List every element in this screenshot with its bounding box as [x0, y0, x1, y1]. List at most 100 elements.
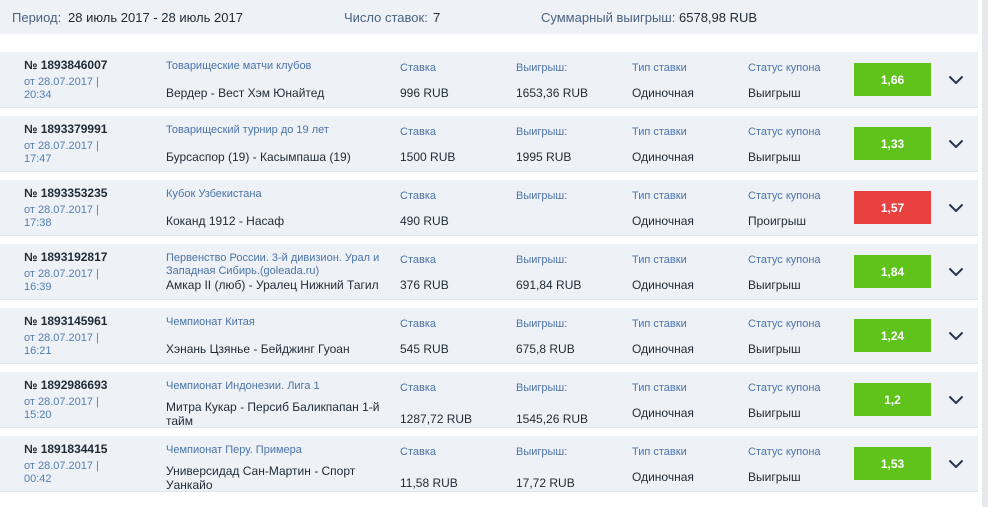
coupon-number: № 1893379991: [24, 122, 108, 136]
coupon-time: 17:47: [24, 153, 52, 165]
championship-name: Товарищеский турнир до 19 лет: [166, 124, 329, 136]
scrollbar[interactable]: [982, 0, 988, 507]
coupon-status-value: Выигрыш: [748, 342, 801, 356]
coupon-time: 15:20: [24, 409, 52, 421]
win-value: 691,84 RUB: [516, 278, 582, 292]
match-name: Митра Кукар - Персиб Баликпапан 1-й тайм: [166, 400, 380, 428]
odds-badge: 1,33: [854, 127, 931, 160]
coupon-row[interactable]: № 1893145961 от 28.07.2017 | 16:21 Чемпио…: [0, 308, 978, 364]
bet-count-value: 7: [433, 10, 441, 25]
total-win-value: 6578,98 RUB: [679, 10, 758, 25]
coupon-row[interactable]: № 1892986693 от 28.07.2017 | 15:20 Чемпио…: [0, 372, 978, 428]
win-label: Выигрыш:: [516, 62, 568, 74]
win-value: 1653,36 RUB: [516, 86, 589, 100]
bet-type-label: Тип ставки: [632, 254, 687, 266]
coupon-datetime: от 28.07.2017 | 00:42: [24, 460, 124, 486]
period-value: 28 июль 2017 - 28 июль 2017: [68, 10, 243, 25]
coupon-row[interactable]: № 1893353235 от 28.07.2017 | 17:38 Кубок …: [0, 180, 978, 236]
coupon-date: от 28.07.2017 |: [24, 460, 99, 472]
coupon-datetime: от 28.07.2017 | 17:38: [24, 204, 124, 230]
bet-type-value: Одиночная: [632, 214, 694, 228]
chevron-down-icon[interactable]: [948, 200, 964, 216]
coupon-date: от 28.07.2017 |: [24, 332, 99, 344]
win-label: Выигрыш:: [516, 446, 568, 458]
coupon-row[interactable]: № 1893846007 от 28.07.2017 | 20:34 Товари…: [0, 52, 978, 108]
win-value: 1995 RUB: [516, 150, 572, 164]
win-label: Выигрыш:: [516, 254, 568, 266]
bet-type-label: Тип ставки: [632, 126, 687, 138]
coupon-time: 17:38: [24, 217, 52, 229]
odds-badge: 1,2: [854, 383, 931, 416]
championship-name: Чемпионат Индонезии. Лига 1: [166, 380, 320, 392]
stake-value: 11,58 RUB: [400, 476, 458, 490]
stake-label: Ставка: [400, 190, 436, 202]
coupon-number: № 1893846007: [24, 58, 108, 72]
coupon-time: 00:42: [24, 473, 52, 485]
stake-label: Ставка: [400, 446, 436, 458]
bet-type-value: Одиночная: [632, 150, 694, 164]
championship-name: Товарищеские матчи клубов: [166, 60, 312, 72]
bet-type-value: Одиночная: [632, 86, 694, 100]
coupon-status-label: Статус купона: [748, 446, 821, 458]
coupon-status-label: Статус купона: [748, 318, 821, 330]
bet-type-label: Тип ставки: [632, 382, 687, 394]
period-label: Период:: [12, 10, 62, 25]
coupon-datetime: от 28.07.2017 | 15:20: [24, 396, 124, 422]
chevron-down-icon[interactable]: [948, 456, 964, 472]
coupon-number: № 1893145961: [24, 314, 108, 328]
chevron-down-icon[interactable]: [948, 328, 964, 344]
coupon-row[interactable]: № 1891834415 от 28.07.2017 | 00:42 Чемпио…: [0, 436, 978, 492]
coupon-datetime: от 28.07.2017 | 20:34: [24, 76, 124, 102]
chevron-down-icon[interactable]: [948, 136, 964, 152]
match-name: Вердер - Вест Хэм Юнайтед: [166, 86, 325, 100]
bet-type-label: Тип ставки: [632, 62, 687, 74]
bet-type-label: Тип ставки: [632, 318, 687, 330]
coupon-status-label: Статус купона: [748, 62, 821, 74]
scrollbar-thumb[interactable]: [982, 0, 988, 507]
coupon-datetime: от 28.07.2017 | 16:21: [24, 332, 124, 358]
odds-badge: 1,53: [854, 447, 931, 480]
chevron-down-icon[interactable]: [948, 72, 964, 88]
coupon-date: от 28.07.2017 |: [24, 204, 99, 216]
bet-type-label: Тип ставки: [632, 446, 687, 458]
coupon-row[interactable]: № 1893379991 от 28.07.2017 | 17:47 Товари…: [0, 116, 978, 172]
coupon-status-value: Выигрыш: [748, 406, 801, 420]
championship-name: Первенство России. 3-й дивизион. Урал и …: [166, 252, 380, 277]
bets-summary-bar: Период: 28 июль 2017 - 28 июль 2017 Числ…: [0, 0, 978, 34]
coupon-status-label: Статус купона: [748, 254, 821, 266]
stake-value: 996 RUB: [400, 86, 449, 100]
coupon-date: от 28.07.2017 |: [24, 76, 99, 88]
match-name: Амкар II (люб) - Уралец Нижний Тагил: [166, 278, 379, 292]
win-label: Выигрыш:: [516, 318, 568, 330]
odds-badge: 1,66: [854, 63, 931, 96]
coupon-status-label: Статус купона: [748, 190, 821, 202]
coupon-status-value: Выигрыш: [748, 86, 801, 100]
stake-value: 1500 RUB: [400, 150, 456, 164]
coupon-time: 16:21: [24, 345, 52, 357]
coupon-status-value: Выигрыш: [748, 278, 801, 292]
coupon-datetime: от 28.07.2017 | 17:47: [24, 140, 124, 166]
coupon-date: от 28.07.2017 |: [24, 140, 99, 152]
coupon-row[interactable]: № 1893192817 от 28.07.2017 | 16:39 Первен…: [0, 244, 978, 300]
coupon-number: № 1893192817: [24, 250, 108, 264]
stake-label: Ставка: [400, 382, 436, 394]
odds-badge: 1,57: [854, 191, 931, 224]
stake-label: Ставка: [400, 62, 436, 74]
coupon-status-value: Выигрыш: [748, 470, 801, 484]
chevron-down-icon[interactable]: [948, 392, 964, 408]
bet-type-value: Одиночная: [632, 278, 694, 292]
coupon-number: № 1891834415: [24, 442, 108, 456]
stake-label: Ставка: [400, 126, 436, 138]
coupon-time: 20:34: [24, 89, 52, 101]
coupon-time: 16:39: [24, 281, 52, 293]
coupon-datetime: от 28.07.2017 | 16:39: [24, 268, 124, 294]
coupon-status-label: Статус купона: [748, 126, 821, 138]
championship-name: Кубок Узбекистана: [166, 188, 262, 200]
odds-badge: 1,84: [854, 255, 931, 288]
coupon-date: от 28.07.2017 |: [24, 396, 99, 408]
match-name: Универсидад Сан-Мартин - Спорт Уанкайо: [166, 464, 356, 492]
win-label: Выигрыш:: [516, 126, 568, 138]
stake-value: 490 RUB: [400, 214, 449, 228]
chevron-down-icon[interactable]: [948, 264, 964, 280]
win-value: 675,8 RUB: [516, 342, 575, 356]
